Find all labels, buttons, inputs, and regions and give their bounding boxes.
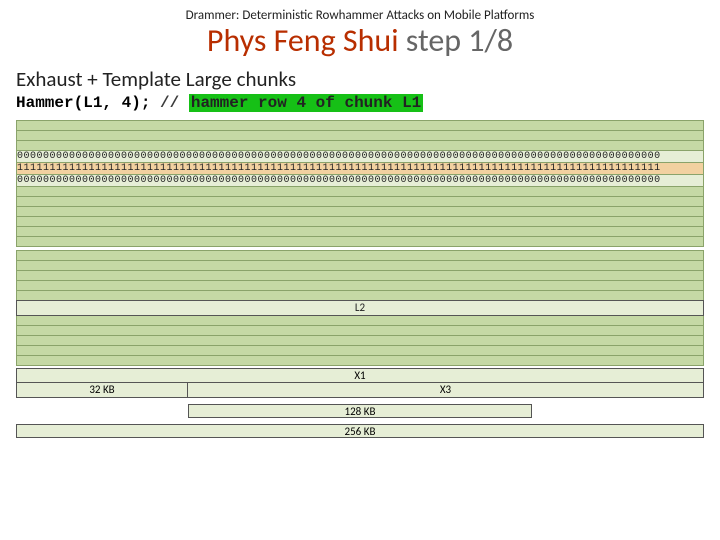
comment-slashes: // — [160, 94, 189, 112]
code-line: Hammer(L1, 4); // hammer row 4 of chunk … — [16, 94, 708, 112]
chunk-l2-label-row: L2 — [16, 300, 704, 316]
chunk-x1: X1 — [16, 368, 704, 383]
block-x3: X3 — [188, 382, 704, 398]
chunk-l2-label: L2 — [17, 301, 703, 314]
aggressor-row-bottom: 0000000000000000000000000000000000000000… — [16, 174, 704, 187]
memory-diagram: 0000000000000000000000000000000000000000… — [16, 120, 704, 438]
slide-title: Phys Feng Shui step 1/8 — [12, 21, 708, 60]
title-main: Phys Feng Shui — [207, 21, 406, 60]
block-32kb: 32 KB — [16, 382, 188, 398]
block-256kb: 256 KB — [16, 424, 704, 438]
code-call: Hammer(L1, 4); — [16, 94, 160, 112]
victim-row: 1111111111111111111111111111111111111111… — [16, 162, 704, 175]
chunk-x1-label: X1 — [354, 369, 365, 382]
subtitle: Exhaust + Template Large chunks — [16, 66, 708, 92]
title-step: step 1/8 — [406, 21, 513, 60]
block-128kb: 128 KB — [188, 404, 532, 418]
kb-row: 32 KB X3 — [16, 382, 704, 398]
mem-row — [16, 355, 704, 366]
code-comment: hammer row 4 of chunk L1 — [189, 94, 423, 112]
aggressor-row-top: 0000000000000000000000000000000000000000… — [16, 150, 704, 163]
